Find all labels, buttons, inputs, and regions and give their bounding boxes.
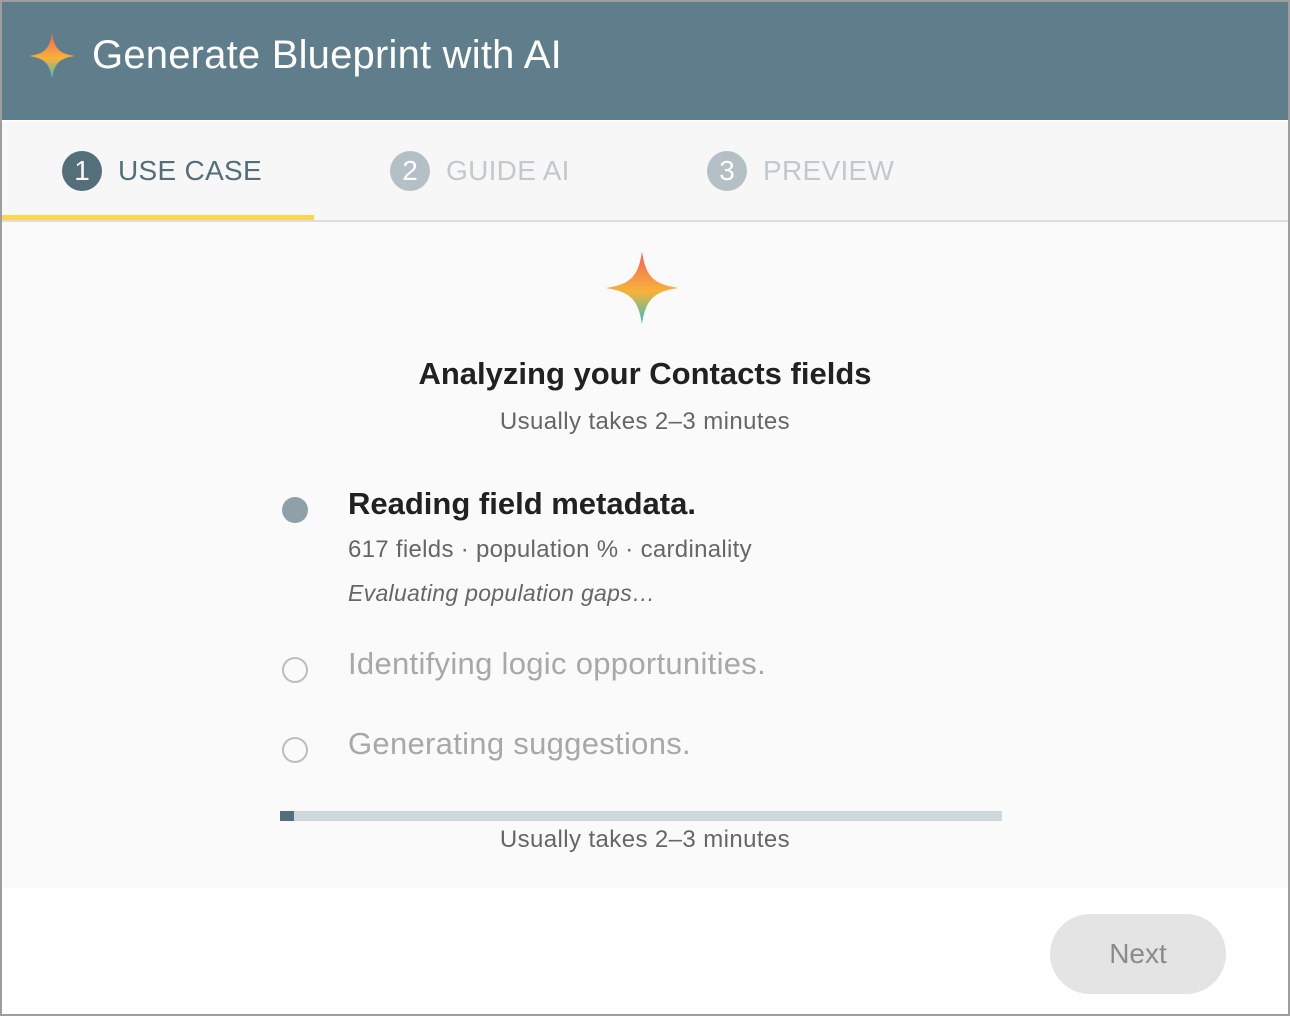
next-button[interactable]: Next [1050, 914, 1226, 994]
step-number-badge: 3 [707, 151, 747, 191]
progress-bar [280, 811, 1002, 821]
step-title: Identifying logic opportunities. [348, 646, 767, 681]
active-tab-indicator [2, 215, 314, 220]
step-title: Generating suggestions. [348, 726, 691, 761]
tab-guide-ai[interactable]: 2 GUIDE AI [390, 122, 570, 220]
dialog-title: Generate Blueprint with AI [92, 33, 562, 77]
analysis-subtitle: Usually takes 2–3 minutes [499, 408, 791, 435]
step-pending-indicator [282, 657, 308, 683]
step-detail: 617 fields · population % · cardinality [348, 536, 752, 563]
tab-label: GUIDE AI [446, 155, 570, 186]
dialog-footer: Next [2, 888, 1288, 1014]
tab-preview[interactable]: 3 PREVIEW [707, 122, 894, 220]
step-number-badge: 1 [62, 151, 102, 191]
step-status: Evaluating population gaps… [348, 580, 656, 606]
analysis-title: Analyzing your Contacts fields [418, 356, 872, 391]
sparkle-icon [605, 251, 679, 325]
step-number-badge: 2 [390, 151, 430, 191]
generate-blueprint-dialog: Generate Blueprint with AI 1 USE CASE 2 … [0, 0, 1290, 1016]
sparkle-icon [28, 32, 76, 80]
tab-label: PREVIEW [763, 155, 895, 186]
dialog-header: Generate Blueprint with AI [2, 2, 1288, 120]
analysis-panel: Analyzing your Contacts fields Usually t… [2, 222, 1288, 888]
step-pending-indicator [282, 737, 308, 763]
progress-note: Usually takes 2–3 minutes [499, 826, 791, 853]
tab-use-case[interactable]: 1 USE CASE [62, 122, 262, 220]
progress-bar-fill [280, 811, 295, 821]
tab-label: USE CASE [118, 155, 262, 186]
step-tabs: 1 USE CASE 2 GUIDE AI 3 PREVIEW [2, 122, 1288, 222]
step-title: Reading field metadata. [348, 486, 696, 521]
step-active-indicator [282, 497, 308, 523]
